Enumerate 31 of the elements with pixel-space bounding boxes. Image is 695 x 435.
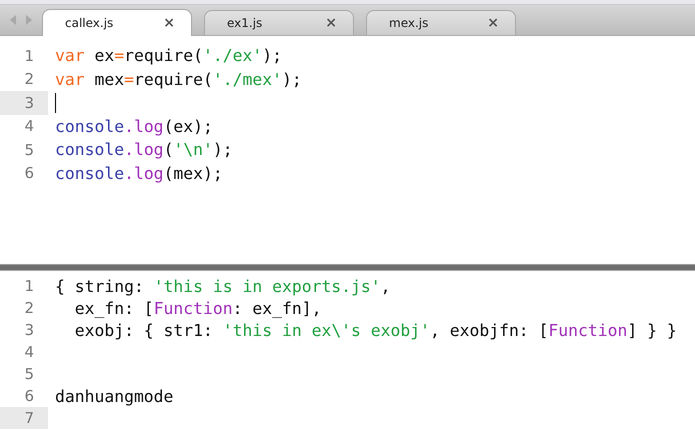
file-tab[interactable]: ex1.js × (204, 10, 354, 35)
line-number: 4 (23, 116, 35, 138)
text-cursor (55, 92, 56, 113)
panel-splitter[interactable] (0, 264, 695, 271)
line-number: 5 (23, 140, 35, 161)
code-line: { string: 'this is in exports.js', (54, 276, 391, 296)
line-number: 6 (23, 386, 35, 407)
line-number: 5 (23, 364, 35, 385)
line-number: 1 (23, 46, 35, 67)
code-line: exobj: { str1: 'this in ex\'s exobj', exobjfn: [Function] } } (74, 320, 677, 340)
file-tab[interactable]: callex.js × (42, 9, 192, 36)
tab-navigation-icon[interactable] (8, 14, 34, 26)
code-line: ex_fn: [Function: ex_fn], (74, 298, 322, 318)
line-number: 2 (23, 298, 35, 319)
line-number: 4 (23, 342, 35, 363)
file-tab[interactable]: mex.js × (366, 10, 516, 35)
close-icon[interactable]: × (487, 15, 499, 31)
line-number: 3 (0, 91, 48, 114)
line-number: 2 (23, 69, 35, 90)
line-number: 6 (23, 163, 35, 184)
code-line: danhuangmode (54, 386, 174, 406)
line-number: 1 (23, 276, 35, 297)
code-line: console.log(mex); (54, 164, 223, 183)
code-line: var mex=require('./mex'); (54, 70, 302, 89)
close-icon[interactable]: × (325, 15, 337, 31)
line-number: 3 (23, 320, 35, 341)
code-line: console.log(ex); (54, 116, 213, 136)
code-line: console.log('\n'); (54, 140, 233, 160)
close-icon[interactable]: × (163, 15, 175, 31)
code-line: var ex=require('./ex'); (54, 46, 282, 66)
line-number: 7 (0, 407, 48, 429)
